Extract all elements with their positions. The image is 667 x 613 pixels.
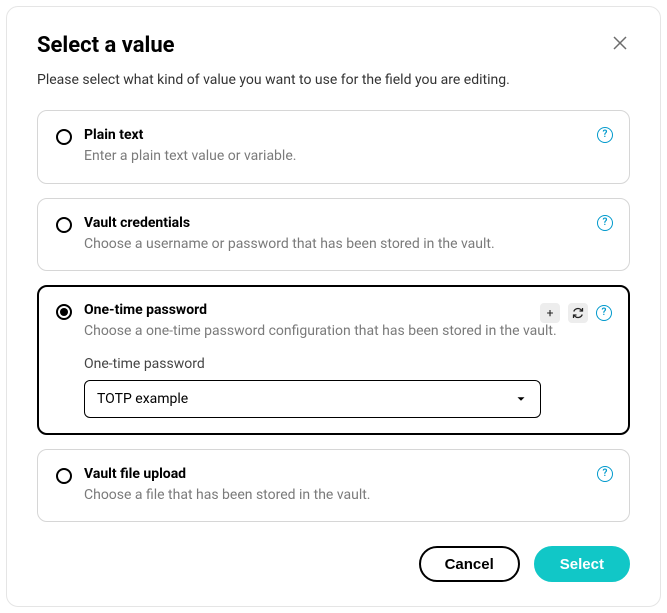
option-title: Plain text <box>84 127 611 143</box>
radio-vault-credentials[interactable] <box>56 217 72 233</box>
option-plain-text[interactable]: ? Plain text Enter a plain text value or… <box>37 110 630 184</box>
radio-vault-file-upload[interactable] <box>56 468 72 484</box>
otp-field-label: One-time password <box>84 356 611 372</box>
help-icon[interactable]: ? <box>597 466 613 482</box>
options-list: ? Plain text Enter a plain text value or… <box>37 110 630 526</box>
option-vault-credentials[interactable]: ? Vault credentials Choose a username or… <box>37 198 630 272</box>
modal-header: Select a value <box>37 33 630 58</box>
option-desc: Choose a username or password that has b… <box>84 235 611 255</box>
help-icon[interactable]: ? <box>596 305 612 321</box>
option-title: Vault credentials <box>84 215 611 231</box>
modal-title: Select a value <box>37 33 175 58</box>
select-button[interactable]: Select <box>534 546 630 582</box>
help-icon[interactable]: ? <box>597 127 613 143</box>
option-title: Vault file upload <box>84 466 611 482</box>
close-button[interactable] <box>610 33 630 53</box>
plus-icon: + <box>547 306 554 320</box>
option-desc: Choose a file that has been stored in th… <box>84 486 611 506</box>
cancel-button[interactable]: Cancel <box>419 546 520 582</box>
radio-plain-text[interactable] <box>56 129 72 145</box>
option-title: One-time password <box>84 302 611 318</box>
add-button[interactable]: + <box>540 303 560 323</box>
option-desc: Choose a one-time password configuration… <box>84 322 611 342</box>
otp-config-form: One-time password TOTP example <box>84 356 611 418</box>
modal-subtitle: Please select what kind of value you wan… <box>37 72 630 88</box>
select-value-modal: Select a value Please select what kind o… <box>6 6 661 607</box>
radio-one-time-password[interactable] <box>56 304 72 320</box>
option-one-time-password[interactable]: + ? One-time password Choose a one-time <box>37 285 630 435</box>
refresh-icon <box>572 307 584 319</box>
otp-select[interactable]: TOTP example <box>84 380 541 418</box>
chevron-down-icon <box>514 392 528 406</box>
option-vault-file-upload[interactable]: ? Vault file upload Choose a file that h… <box>37 449 630 523</box>
modal-footer: Cancel Select <box>37 546 630 582</box>
help-icon[interactable]: ? <box>597 215 613 231</box>
otp-select-value: TOTP example <box>97 391 514 407</box>
option-desc: Enter a plain text value or variable. <box>84 147 611 167</box>
close-icon <box>612 35 628 51</box>
refresh-button[interactable] <box>568 303 588 323</box>
